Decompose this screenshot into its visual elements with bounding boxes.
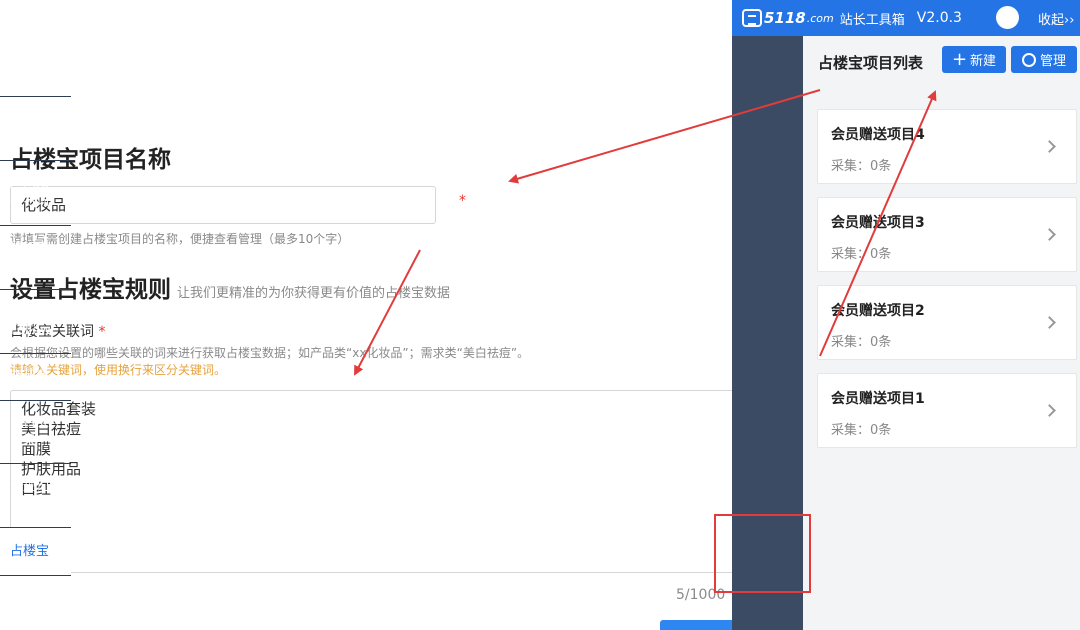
nav-item-nofollow[interactable]: 查No Follow: [0, 290, 71, 354]
chevron-right-icon: [1043, 140, 1056, 153]
chevron-right-icon: [1043, 228, 1056, 241]
logo-icon: [742, 9, 762, 27]
project-card[interactable]: 会员赠送项目1 采集：0条: [817, 373, 1077, 448]
nav-item-homepage-links[interactable]: 查首页外链: [0, 97, 71, 161]
rule-subtitle: 让我们更精准的为你获得更有价值的占楼宝数据: [177, 286, 451, 301]
nav-item-baidu-index[interactable]: 查百度收录: [0, 401, 71, 464]
project-title: 会员赠送项目1: [831, 391, 925, 407]
logo-text: 5118: [764, 9, 806, 27]
nav-item-label: 占楼宝: [10, 543, 50, 559]
logo: 5118 .com: [742, 9, 834, 27]
user-avatar[interactable]: [996, 6, 1019, 29]
keyword-required-mark: *: [98, 324, 106, 340]
nav-item-label: 查No Follow: [10, 304, 51, 338]
keyword-line: 面膜: [21, 440, 52, 458]
project-card[interactable]: 会员赠送项目4 采集：0条: [817, 109, 1077, 184]
collapse-button[interactable]: 收起››: [1038, 9, 1074, 28]
project-count: 采集：0条: [831, 335, 892, 350]
nav-item-dead-links[interactable]: 查死链: [0, 354, 71, 401]
screenshot-root: 占楼宝项目名称 化妆品 * 请填写需创建占楼宝项目的名称，便捷查看管理（最多10…: [0, 0, 1080, 630]
logo-com: .com: [806, 11, 834, 25]
keyword-description: 会根据您设置的哪些关联的词来进行获取占楼宝数据；如产品类“xx化妆品”；需求类“…: [10, 346, 530, 360]
nav-item-zhanloubao[interactable]: 占楼宝: [0, 528, 71, 576]
required-mark: *: [459, 193, 466, 209]
nav-item-seo-data[interactable]: SEO大数据: [0, 36, 71, 97]
project-count: 采集：0条: [831, 247, 892, 262]
plus-icon: +: [951, 48, 968, 70]
project-name-input[interactable]: 化妆品: [10, 186, 436, 224]
project-count: 采集：0条: [831, 159, 892, 174]
gear-icon: [1021, 52, 1036, 67]
version-label: V2.0.3: [916, 10, 962, 26]
project-list-title: 占楼宝项目列表: [818, 54, 924, 72]
nav-item-site-rank-words[interactable]: 查网站排名词: [0, 161, 71, 226]
chevron-right-icon: [1043, 404, 1056, 417]
project-card[interactable]: 会员赠送项目3 采集：0条: [817, 197, 1077, 272]
keyword-line: 美白祛痘: [21, 420, 82, 438]
project-card[interactable]: 会员赠送项目2 采集：0条: [817, 285, 1077, 360]
toolbox-title: 站长工具箱: [839, 12, 905, 28]
new-project-button[interactable]: + 新建: [942, 46, 1006, 73]
project-title: 会员赠送项目3: [831, 215, 925, 231]
nav-item-label: 查首页外链: [10, 111, 50, 145]
highlight-box: [714, 514, 811, 593]
submit-button[interactable]: [660, 620, 740, 630]
nav-item-label: 查百度收录: [10, 415, 50, 448]
keyword-line: 护肤用品: [21, 460, 82, 478]
new-project-label: 新建: [970, 54, 997, 69]
nav-item-label: 查网站排名词: [10, 176, 50, 209]
keywords-textarea[interactable]: 化妆品套装 美白祛痘 面膜 护肤用品 口红: [10, 390, 750, 573]
project-form: 占楼宝项目名称 化妆品 * 请填写需创建占楼宝项目的名称，便捷查看管理（最多10…: [0, 0, 750, 630]
nav-item-label: SEO大数据: [10, 49, 50, 82]
plugin-header: 5118 .com 站长工具箱 V2.0.3: [732, 0, 1080, 36]
nav-item-label: 查死链: [10, 369, 50, 384]
nav-item-label: 违规词查询: [10, 478, 50, 512]
project-count: 采集：0条: [831, 423, 892, 438]
project-title: 会员赠送项目2: [831, 303, 925, 319]
chevron-right-icon: [1043, 316, 1056, 329]
project-title: 会员赠送项目4: [831, 127, 925, 143]
rule-heading: 设置占楼宝规则 让我们更精准的为你获得更有价值的占楼宝数据: [10, 270, 450, 304]
nav-item-mouse-rank-words[interactable]: 鼠标查排名词: [0, 226, 71, 290]
keyword-line: 口红: [21, 480, 52, 498]
manage-label: 管理: [1039, 54, 1066, 69]
keyword-line: 化妆品套装: [21, 400, 97, 418]
nav-item-banned-words[interactable]: 违规词查询: [0, 464, 71, 528]
nav-item-label: 鼠标查排名词: [10, 240, 50, 274]
manage-button[interactable]: 管理: [1011, 46, 1077, 73]
